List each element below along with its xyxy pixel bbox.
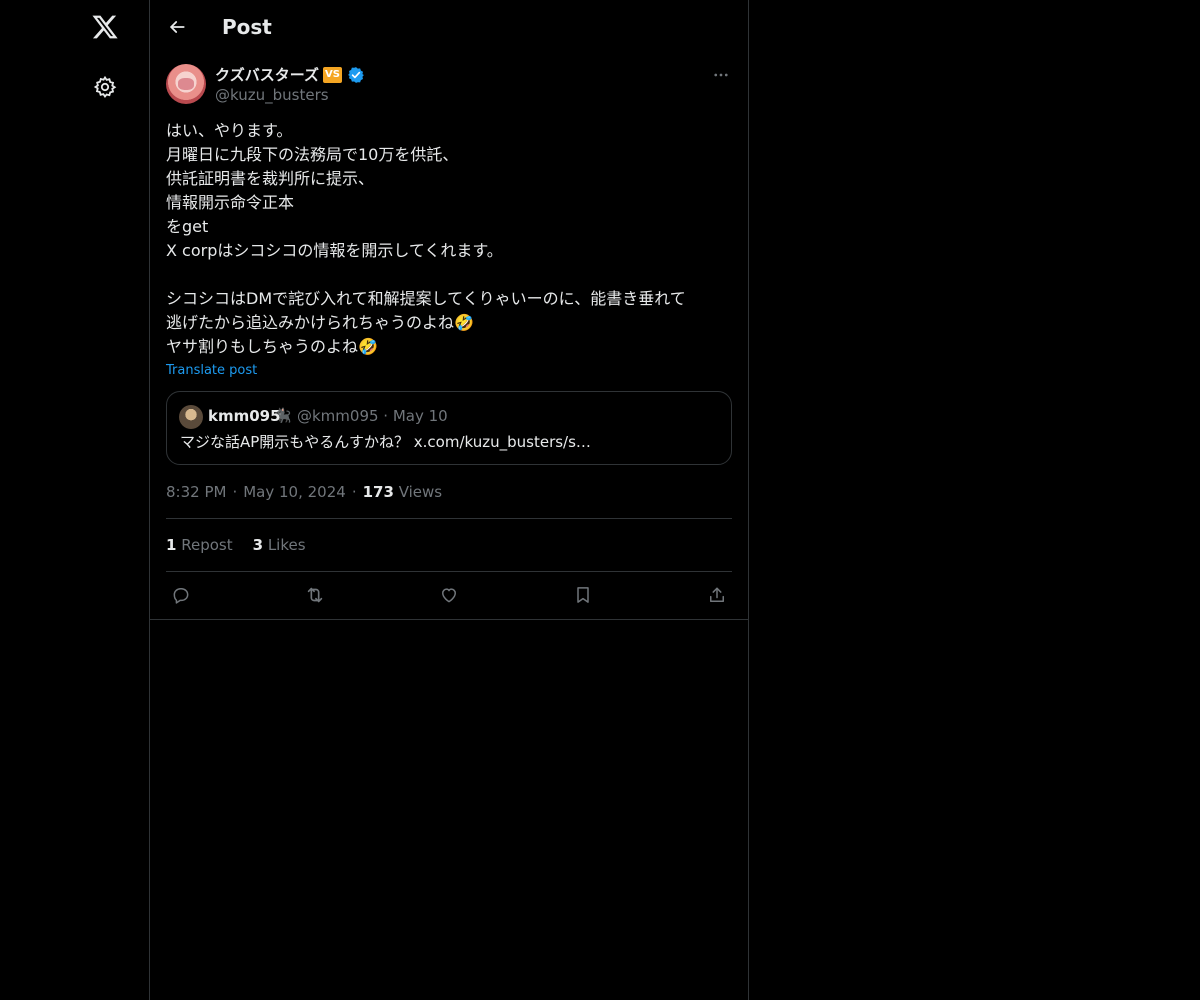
views-label: Views xyxy=(398,483,443,501)
likes-stat[interactable]: 3 Likes xyxy=(253,535,306,555)
verified-badge-icon xyxy=(347,66,365,84)
post-text: はい、やります。 月曜日に九段下の法務局で10万を供託、 供託証明書を裁判所に提… xyxy=(166,121,686,356)
arrow-left-icon xyxy=(170,21,185,33)
x-logo-icon[interactable] xyxy=(88,10,122,44)
share-button[interactable] xyxy=(703,583,731,607)
reply-icon xyxy=(173,588,189,604)
author-handle[interactable]: @kuzu_busters xyxy=(215,85,329,105)
back-button[interactable] xyxy=(162,12,192,42)
post-date[interactable]: May 10, 2024 xyxy=(243,482,346,502)
repost-icon xyxy=(307,587,323,603)
action-bar xyxy=(166,583,732,607)
likes-label: Likes xyxy=(267,536,306,554)
likes-count: 3 xyxy=(252,536,264,554)
left-nav xyxy=(0,0,150,1000)
post-time[interactable]: 8:32 PM xyxy=(166,482,226,502)
bookmark-button[interactable] xyxy=(569,583,597,607)
quote-handle-date: @kmm095 · May 10 xyxy=(297,407,448,425)
reposts-count: 1 xyxy=(166,536,177,554)
reply-button[interactable] xyxy=(167,583,195,607)
meta-separator: · xyxy=(232,483,238,501)
heart-icon xyxy=(442,588,456,603)
quote-text: マジな話AP開示もやるんすかね？ x.com/kuzu_busters/s… xyxy=(180,433,591,451)
quote-avatar xyxy=(179,405,203,429)
post-stats: 1 Repost 3 Likes xyxy=(166,535,306,555)
author-name-row[interactable]: クズバスターズ VS xyxy=(215,65,365,85)
app-root: Post クズバスターズ VS @kuzu_busters はい、やります。 月… xyxy=(0,0,1200,1000)
bookmark-icon xyxy=(577,587,589,603)
avatar[interactable] xyxy=(166,64,206,104)
vs-badge: VS xyxy=(322,67,342,83)
more-dots-icon xyxy=(714,73,728,77)
page-header: Post xyxy=(150,0,748,54)
meta-separator: · xyxy=(351,483,357,501)
like-button[interactable] xyxy=(435,583,463,607)
post-bottom-border xyxy=(150,619,748,620)
divider xyxy=(166,518,732,519)
more-options-button[interactable] xyxy=(710,64,732,86)
share-icon xyxy=(710,587,724,602)
post-meta: 8:32 PM · May 10, 2024 · 173 Views xyxy=(166,482,442,502)
divider xyxy=(166,571,732,572)
page-title: Post xyxy=(222,15,272,39)
main-column: Post クズバスターズ VS @kuzu_busters はい、やります。 月… xyxy=(149,0,749,1000)
quote-author-emoji: 🐈‍⬛ xyxy=(274,408,292,424)
repost-button[interactable] xyxy=(301,583,329,607)
author-name[interactable]: クズバスターズ xyxy=(215,65,319,85)
settings-gear-icon[interactable] xyxy=(90,72,120,102)
reposts-label: Repost xyxy=(181,536,233,554)
quoted-post[interactable]: kmm095 🐈‍⬛ @kmm095 · May 10 マジな話AP開示もやるん… xyxy=(166,391,732,465)
reposts-stat[interactable]: 1 Repost xyxy=(166,535,233,555)
views: 173 Views xyxy=(363,482,443,502)
views-count: 173 xyxy=(362,483,394,501)
translate-post-link[interactable]: Translate post xyxy=(166,362,257,380)
quote-author-name: kmm095 xyxy=(208,407,281,425)
